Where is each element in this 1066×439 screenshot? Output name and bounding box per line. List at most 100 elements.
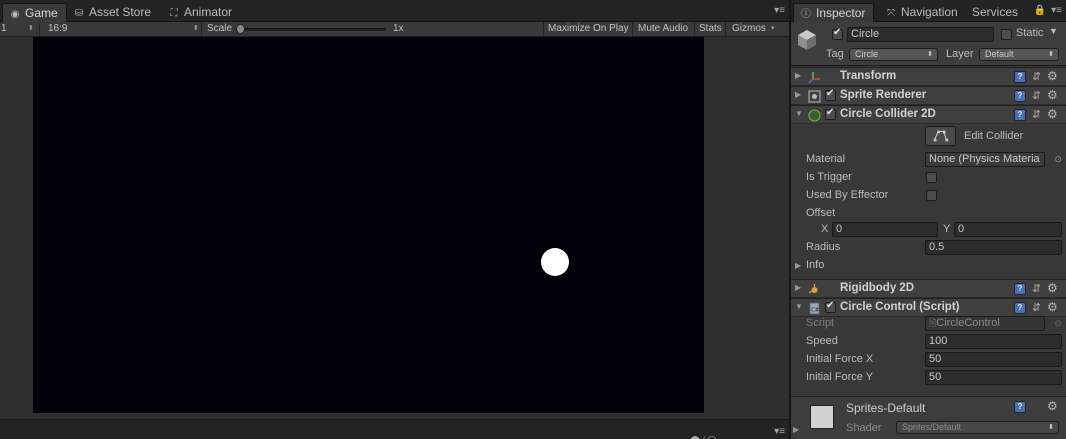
material-field[interactable]: None (Physics Materia	[925, 152, 1045, 167]
rigidbody-icon	[808, 284, 818, 294]
stats-button[interactable]: Stats	[699, 22, 722, 36]
help-icon[interactable]: ?	[1014, 90, 1026, 102]
scale-value: 1x	[393, 23, 404, 34]
help-icon[interactable]: ?	[1014, 401, 1026, 413]
circle-control-enabled-checkbox[interactable]	[825, 300, 836, 313]
gizmos-dropdown[interactable]: Gizmos	[732, 22, 766, 36]
preset-sliders-icon[interactable]: ⇵	[1032, 71, 1041, 83]
material-preview-swatch	[810, 405, 834, 429]
rigidbody-component-header[interactable]: ▶ Rigidbody 2D ? ⇵ ⚙	[791, 279, 1066, 298]
preset-sliders-icon[interactable]: ⇵	[1032, 109, 1041, 121]
circle-collider-component-header[interactable]: ▼ Circle Collider 2D ? ⇵ ⚙	[791, 105, 1066, 124]
gear-icon[interactable]: ⚙	[1047, 89, 1058, 101]
display-dropdown[interactable]: 1	[1, 22, 7, 36]
static-dropdown-arrow-icon[interactable]: ▼	[1049, 26, 1058, 36]
tab-game[interactable]: ◉ Game	[2, 3, 67, 22]
material-foldout-arrow-icon[interactable]: ▶	[793, 425, 799, 434]
circle-collider-icon	[808, 109, 821, 122]
offset-y-field[interactable]: 0	[954, 222, 1062, 237]
circle-control-component-header[interactable]: ▼ C# Circle Control (Script) ? ⇵ ⚙	[791, 298, 1066, 317]
offset-x-field[interactable]: 0	[832, 222, 938, 237]
layer-dropdown[interactable]: Default ⬍	[979, 48, 1059, 61]
gear-icon[interactable]: ⚙	[1047, 301, 1058, 313]
foldout-arrow-icon[interactable]: ▶	[795, 90, 801, 99]
material-section: Sprites-Default ▶ Shader Sprites/Default…	[791, 396, 1066, 439]
gameobject-name-field[interactable]: Circle	[847, 27, 994, 42]
info-label: Info	[806, 259, 825, 271]
tag-label: Tag	[826, 48, 844, 60]
sprite-renderer-enabled-checkbox[interactable]	[825, 88, 836, 101]
sprite-renderer-component-header[interactable]: ▶ Sprite Renderer ? ⇵ ⚙	[791, 86, 1066, 105]
preset-sliders-icon[interactable]: ⇵	[1032, 90, 1041, 102]
radius-label: Radius	[806, 241, 841, 253]
help-icon[interactable]: ?	[1014, 109, 1026, 121]
help-icon[interactable]: ?	[1014, 71, 1026, 83]
preset-sliders-icon[interactable]: ⇵	[1032, 283, 1041, 295]
help-icon[interactable]: ?	[1014, 283, 1026, 295]
material-name: Sprites-Default	[846, 401, 926, 415]
circle-sprite	[541, 248, 569, 276]
tab-animator[interactable]: ⛶ Animator	[162, 3, 240, 22]
tab-asset-store[interactable]: ⛁ Asset Store	[67, 3, 159, 22]
animator-icon: ⛶	[170, 8, 178, 19]
game-toolbar: 1 ⬍ 16:9 ⬍ Scale 1x Maximize On Play Mut…	[0, 22, 789, 37]
gear-icon[interactable]: ⚙	[1047, 108, 1058, 120]
gear-icon[interactable]: ⚙	[1047, 70, 1058, 82]
bottom-toolbar-icons[interactable]: ⬤ ⁄ ◯	[690, 435, 717, 439]
offset-y-label: Y	[943, 223, 951, 235]
shader-label: Shader	[846, 422, 882, 434]
rigidbody-title: Rigidbody 2D	[840, 282, 915, 294]
bottom-panel-tabbar: ▾≡ ⬤ ⁄ ◯	[0, 419, 789, 439]
initial-force-y-label: Initial Force Y	[806, 371, 874, 383]
radius-field[interactable]: 0.5	[925, 240, 1062, 255]
dropdown-arrow-icon: ⬍	[927, 51, 933, 58]
used-by-effector-checkbox[interactable]	[926, 190, 937, 201]
edit-collider-icon	[933, 130, 949, 142]
gear-icon[interactable]: ⚙	[1047, 282, 1058, 294]
scale-label: Scale	[207, 23, 233, 34]
circle-control-title: Circle Control (Script)	[840, 301, 960, 313]
mute-audio-button[interactable]: Mute Audio	[638, 22, 688, 36]
scale-slider-handle[interactable]	[236, 24, 245, 34]
game-canvas[interactable]	[33, 37, 704, 413]
initial-force-y-field[interactable]: 50	[925, 370, 1062, 385]
speed-label: Speed	[806, 335, 838, 347]
layer-label: Layer	[946, 48, 974, 60]
preset-sliders-icon[interactable]: ⇵	[1032, 302, 1041, 314]
aspect-dropdown-arrow-icon: ⬍	[193, 25, 199, 32]
inspector-menu-icon[interactable]: ▾≡	[1051, 5, 1062, 16]
circle-collider-enabled-checkbox[interactable]	[825, 107, 836, 120]
transform-component-header[interactable]: ▶ Transform ? ⇵ ⚙	[791, 67, 1066, 86]
tab-inspector[interactable]: ⓘ Inspector	[793, 3, 875, 22]
gear-icon[interactable]: ⚙	[1047, 400, 1058, 412]
aspect-dropdown[interactable]: 16:9	[48, 22, 67, 36]
sprite-renderer-icon	[808, 90, 821, 103]
foldout-arrow-icon[interactable]: ▼	[795, 109, 803, 118]
gameobject-cube-icon	[798, 30, 816, 50]
info-foldout-arrow-icon[interactable]: ▶	[795, 261, 801, 270]
static-checkbox[interactable]	[1001, 29, 1012, 40]
lock-icon[interactable]: 🔒	[1034, 5, 1046, 16]
is-trigger-checkbox[interactable]	[926, 172, 937, 183]
transform-title: Transform	[840, 70, 897, 82]
circle-collider-title: Circle Collider 2D	[840, 108, 936, 120]
initial-force-x-label: Initial Force X	[806, 353, 874, 365]
foldout-arrow-icon[interactable]: ▶	[795, 283, 801, 292]
tab-services[interactable]: Services	[966, 3, 1026, 22]
edit-collider-button[interactable]	[925, 126, 956, 146]
foldout-arrow-icon[interactable]: ▶	[795, 71, 801, 80]
scale-slider-track[interactable]	[236, 28, 386, 31]
tab-navigation[interactable]: ⤧ Navigation	[879, 3, 966, 22]
initial-force-x-field[interactable]: 50	[925, 352, 1062, 367]
offset-label: Offset	[806, 207, 836, 219]
help-icon[interactable]: ?	[1014, 302, 1026, 314]
speed-field[interactable]: 100	[925, 334, 1062, 349]
shader-dropdown[interactable]: Sprites/Default ⬍	[896, 421, 1059, 434]
gameobject-active-checkbox[interactable]	[832, 27, 843, 40]
object-picker-icon[interactable]: ⊙	[1054, 154, 1062, 165]
panel-menu-icon[interactable]: ▾≡	[774, 5, 785, 16]
tag-dropdown[interactable]: Circle ⬍	[849, 48, 938, 61]
bottom-panel-menu-icon[interactable]: ▾≡	[774, 426, 785, 437]
maximize-on-play-button[interactable]: Maximize On Play	[548, 22, 629, 36]
foldout-arrow-icon[interactable]: ▼	[795, 302, 803, 311]
